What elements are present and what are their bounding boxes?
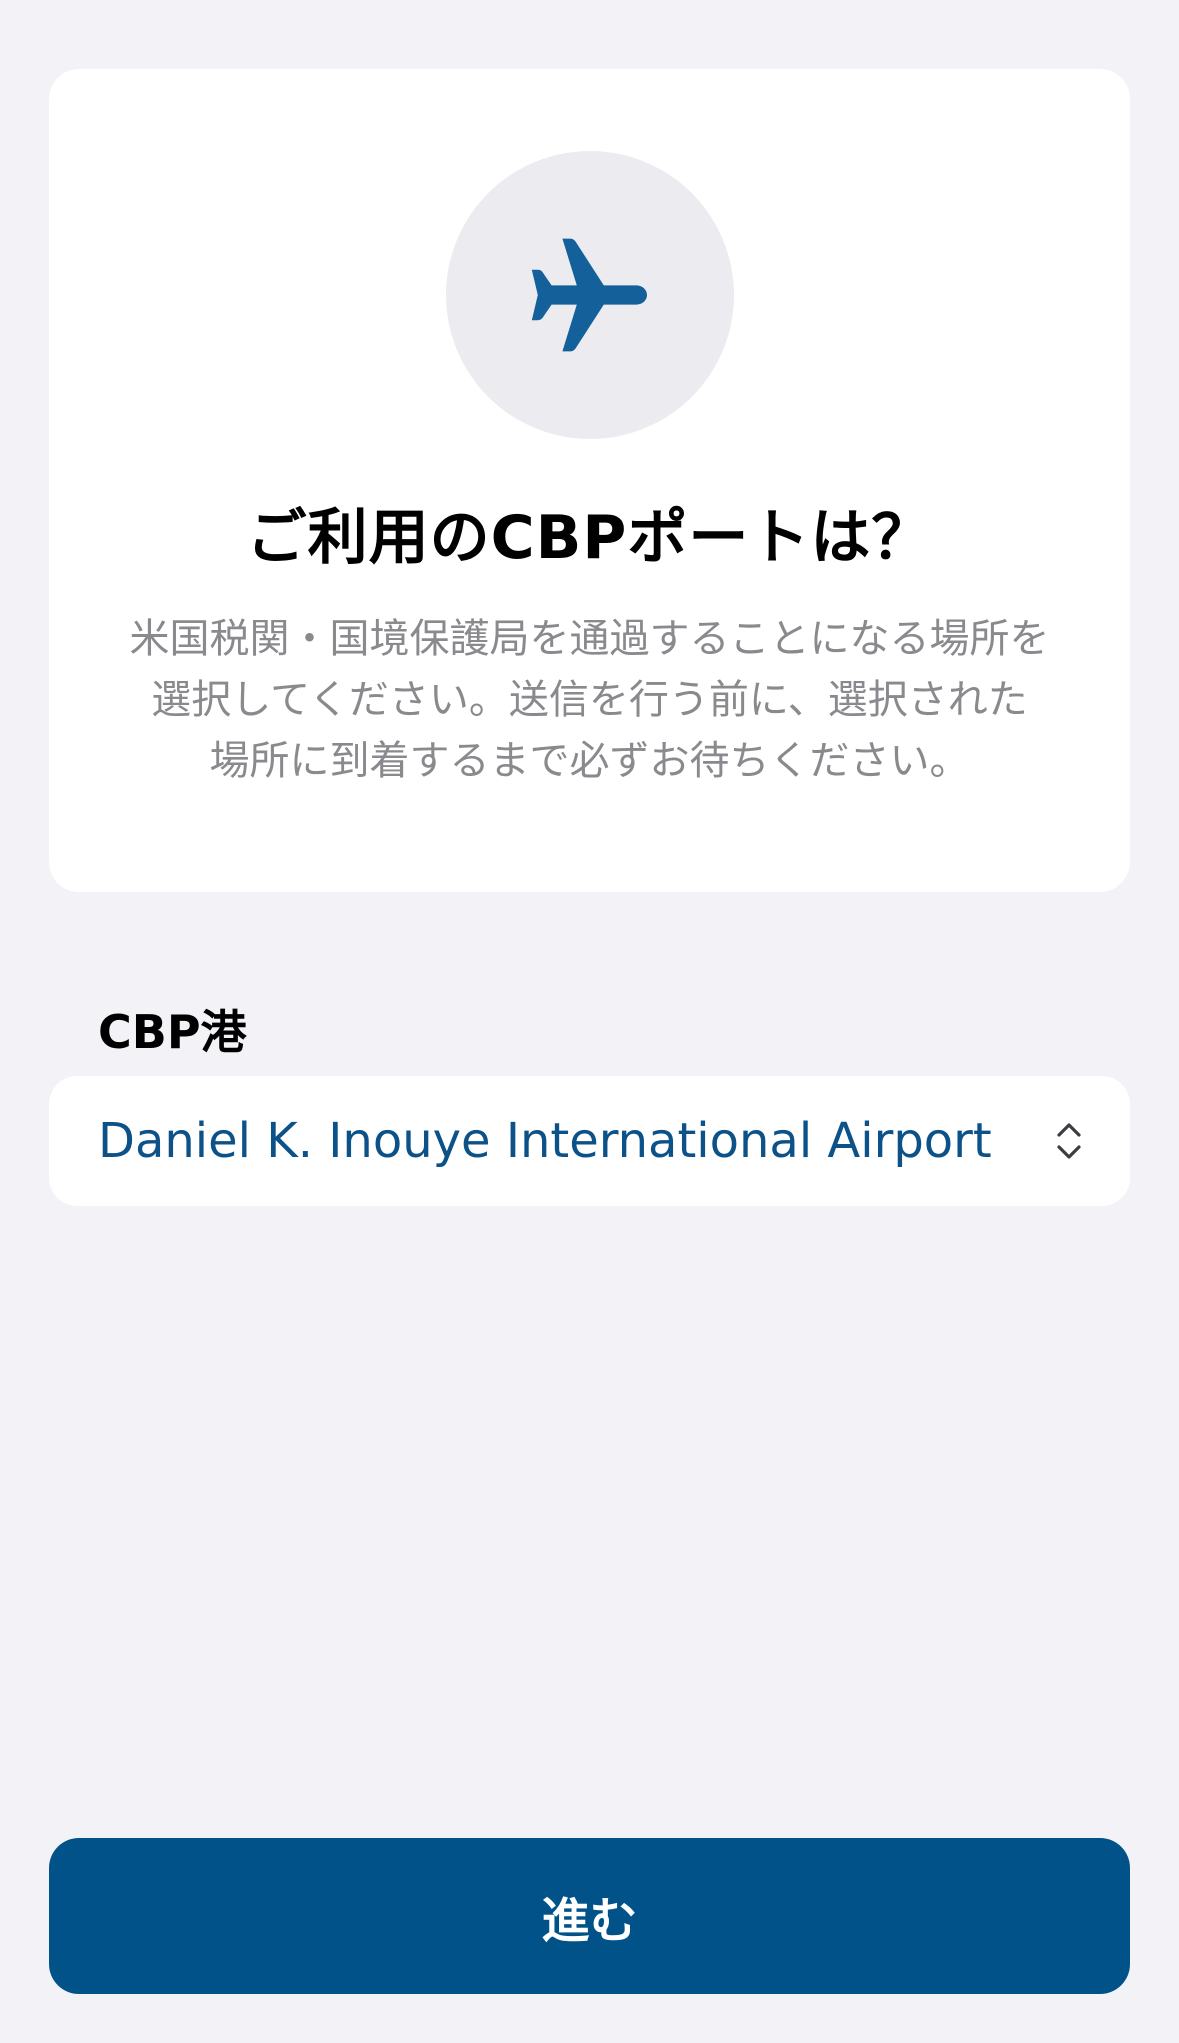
- cbp-port-label: CBP港: [98, 1005, 247, 1059]
- airplane-icon: [531, 238, 647, 352]
- page-title: ご利用のCBPポートは？: [246, 503, 933, 573]
- chevron-up-down-icon: [1057, 1123, 1081, 1159]
- description-line: 米国税関・国境保護局を通過することになる場所を: [129, 616, 1050, 662]
- continue-button[interactable]: 進む: [49, 1838, 1130, 1994]
- description-line: 場所に到着するまで必ずお待ちください。: [209, 738, 970, 784]
- selected-port-value: Daniel K. Inouye International Airport: [98, 1113, 992, 1169]
- cbp-port-picker[interactable]: Daniel K. Inouye International Airport: [49, 1076, 1130, 1206]
- airplane-icon-circle: [446, 151, 734, 439]
- description: 米国税関・国境保護局を通過することになる場所を 選択してください。送信を行う前に…: [89, 609, 1090, 792]
- description-line: 選択してください。送信を行う前に、選択された: [151, 677, 1028, 723]
- info-card: ご利用のCBPポートは？ 米国税関・国境保護局を通過することになる場所を 選択し…: [49, 69, 1130, 892]
